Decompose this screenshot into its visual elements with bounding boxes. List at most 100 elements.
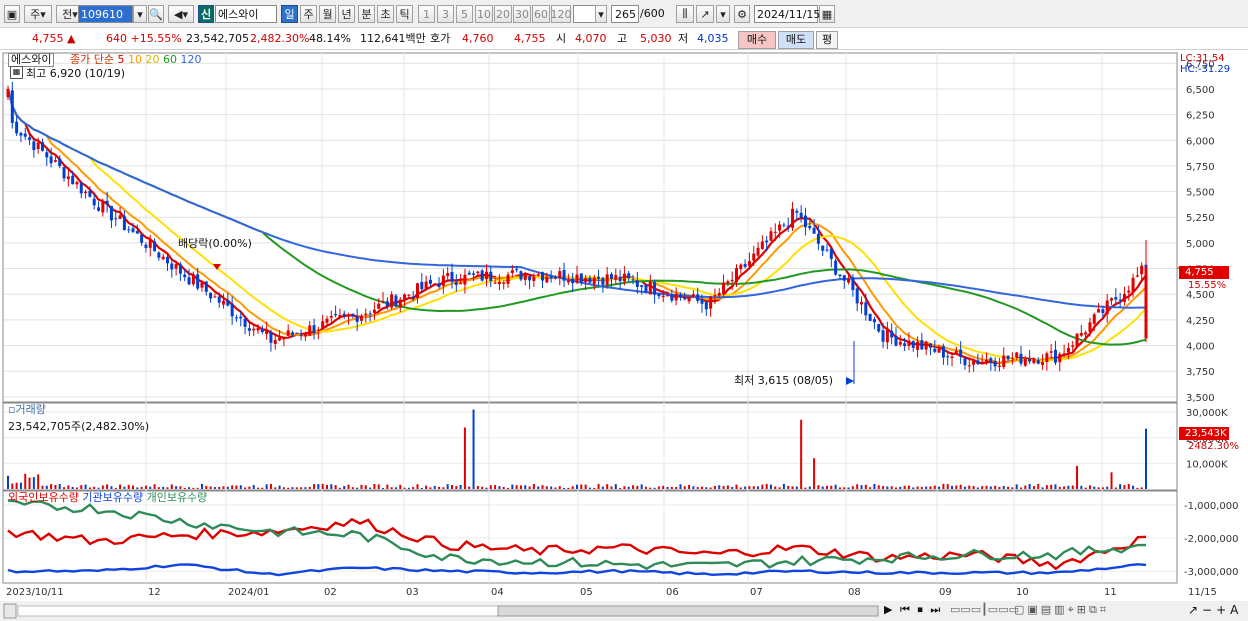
- custom-interval-dropdown-icon[interactable]: ▾: [595, 5, 607, 23]
- stock-code-input[interactable]: 109610: [78, 5, 133, 23]
- volume-bar: [1028, 484, 1031, 489]
- volume-bar: [963, 486, 966, 489]
- volume-bar: [50, 484, 53, 489]
- candle-body: [566, 280, 570, 283]
- volume-bar: [123, 486, 126, 489]
- interval-3[interactable]: 3: [437, 5, 454, 23]
- chart-area[interactable]: 6,750 6,500 6,250 6,000 5,750 5,500 5,250 5,000…: [0, 51, 1248, 621]
- candle-body: [385, 301, 389, 307]
- count-input[interactable]: 265: [611, 5, 639, 23]
- holdings-tick-label: -3,000,000: [1184, 567, 1239, 578]
- drawing-tool-icon[interactable]: ↗: [696, 5, 714, 23]
- chart-svg[interactable]: 6,7506,5006,2506,0005,7505,5005,2505,000…: [0, 51, 1248, 621]
- period-minute[interactable]: 분: [358, 5, 375, 23]
- interval-1[interactable]: 1: [418, 5, 435, 23]
- volume-bar: [903, 485, 906, 489]
- volume-bar: [1080, 485, 1083, 489]
- candle-body: [1032, 358, 1036, 364]
- scroll-left-button[interactable]: [3, 603, 17, 619]
- volume-bar: [1097, 487, 1100, 489]
- interval-5[interactable]: 5: [456, 5, 473, 23]
- amount: 112,641백만: [360, 32, 426, 45]
- period-week[interactable]: 주: [300, 5, 317, 23]
- quote-label: 호가: [430, 32, 451, 45]
- volume-bar: [1123, 485, 1126, 489]
- ma-10: 10: [127, 53, 142, 66]
- high-price: 5,030: [640, 32, 672, 45]
- volume-bar: [588, 487, 591, 489]
- volume-bar: [1063, 486, 1066, 489]
- volume-bar: [765, 483, 768, 489]
- volume-bar: [149, 486, 152, 489]
- interval-10[interactable]: 10: [475, 5, 493, 23]
- candle-body: [114, 218, 118, 220]
- ma-20: 20: [145, 53, 160, 66]
- volume-bar: [200, 483, 203, 489]
- holdings-legend: 외국인보유수량 기관보유수량 개인보유수량: [8, 492, 207, 504]
- candle-body: [101, 201, 105, 213]
- volume-bar: [261, 487, 264, 489]
- candle-body: [726, 281, 730, 284]
- open-price: 4,070: [575, 32, 607, 45]
- candle-body: [200, 282, 204, 288]
- stock-name-field[interactable]: 에스와이: [215, 5, 277, 23]
- code-dropdown-icon[interactable]: ▾: [133, 5, 147, 23]
- period-day[interactable]: 일: [281, 5, 298, 23]
- candle-body: [204, 281, 208, 292]
- period-tick[interactable]: 틱: [396, 5, 413, 23]
- candle-body: [993, 361, 997, 367]
- candle-body: [312, 325, 316, 333]
- period-year[interactable]: 년: [338, 5, 355, 23]
- ask-price: 4,760: [462, 32, 494, 45]
- interval-20[interactable]: 20: [494, 5, 512, 23]
- view-tool-icons[interactable]: ▢▣▤▥⌖⊞⧉⌗: [1014, 603, 1109, 617]
- volume-bar: [15, 482, 18, 489]
- search-icon[interactable]: 🔍: [148, 5, 164, 23]
- volume-bar: [873, 483, 876, 489]
- scroll-thumb[interactable]: [497, 605, 879, 617]
- legend-foreign: 외국인보유수량: [8, 491, 79, 504]
- interval-60[interactable]: 60: [532, 5, 550, 23]
- volume-bar: [476, 485, 479, 489]
- candle-body: [1110, 298, 1114, 301]
- date-input[interactable]: 2024/11/15: [754, 5, 820, 23]
- volume-bar: [679, 484, 682, 489]
- nav-controls[interactable]: ▶ ⏮ ⏹ ⏭: [884, 603, 942, 617]
- chart-settings-icon[interactable]: ▦: [10, 66, 23, 79]
- volume-bar: [63, 487, 66, 489]
- candle-body: [959, 349, 963, 357]
- volume-bar: [433, 485, 436, 489]
- zoom-buttons[interactable]: ↗−+A: [1188, 603, 1242, 617]
- candle-body: [627, 273, 631, 279]
- volume-bar: [58, 483, 61, 489]
- period-month[interactable]: 월: [319, 5, 336, 23]
- sell-button[interactable]: 매도: [778, 31, 814, 49]
- period-type-select[interactable]: 주 ▾: [24, 5, 52, 23]
- zoom-slider[interactable]: ▭▭▭┃▭▭▭: [950, 603, 1019, 616]
- period-second[interactable]: 초: [377, 5, 394, 23]
- candle-body: [23, 133, 27, 137]
- volume-bar: [356, 487, 359, 489]
- settings-icon[interactable]: ⚙: [734, 5, 750, 23]
- volume-bar: [584, 484, 587, 489]
- volume-current-tag: 23,543K: [1183, 428, 1229, 440]
- volume-bar: [244, 487, 247, 489]
- x-tick-label: 06: [666, 587, 679, 598]
- speaker-icon[interactable]: ◀▾: [168, 5, 194, 23]
- volume-bar: [377, 484, 380, 489]
- candle-body: [795, 210, 799, 213]
- volume-bar: [726, 485, 729, 489]
- candle-body: [1041, 362, 1045, 366]
- evaluation-button[interactable]: 평: [816, 31, 838, 49]
- volume-bar: [692, 486, 695, 489]
- buy-button[interactable]: 매수: [738, 31, 776, 49]
- calendar-icon[interactable]: ▦: [819, 5, 835, 23]
- candle-body: [355, 316, 359, 322]
- volume-bar: [446, 484, 449, 489]
- candle-type-icon[interactable]: ⫼: [676, 5, 694, 23]
- volume-bar: [933, 485, 936, 489]
- layout-icon[interactable]: ▣: [4, 5, 20, 23]
- interval-120[interactable]: 120: [551, 5, 572, 23]
- interval-30[interactable]: 30: [513, 5, 531, 23]
- candle-body: [1036, 360, 1040, 364]
